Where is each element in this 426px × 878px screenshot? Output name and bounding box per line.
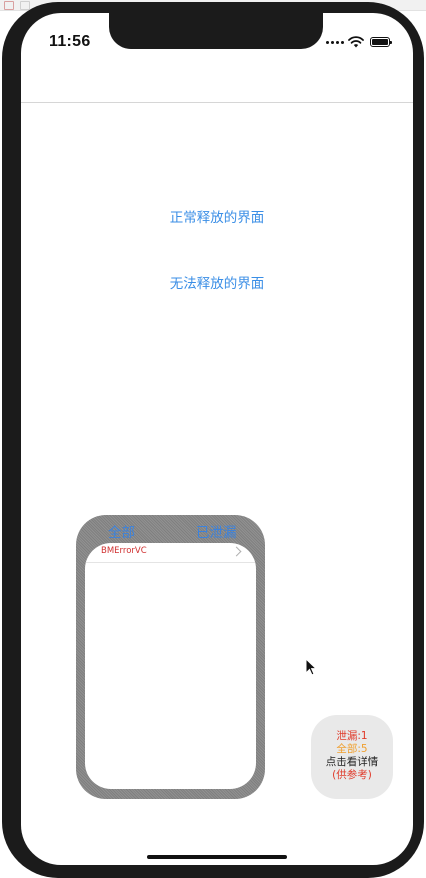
detail-hint: 点击看详情	[325, 756, 379, 768]
leak-list: BMErrorVC	[85, 543, 256, 789]
list-item[interactable]: BMErrorVC	[85, 543, 256, 563]
battery-icon	[370, 37, 392, 47]
reference-note: (供参考)	[332, 769, 372, 781]
wifi-icon	[348, 36, 364, 48]
tab-icon[interactable]	[20, 1, 30, 10]
tab-leaked[interactable]: 已泄漏	[196, 521, 237, 541]
chevron-right-icon	[231, 546, 242, 557]
mouse-cursor-icon	[305, 658, 317, 676]
tab-all[interactable]: 全部	[108, 521, 135, 541]
leak-list-panel: 全部 已泄漏 BMErrorVC	[76, 515, 265, 799]
signal-icon	[326, 39, 344, 47]
total-count: 全部:5	[336, 743, 368, 755]
phone-screen: 11:56 正常释放的界面 无法释放的界面 全部 已泄漏 BMErrorVC 泄…	[21, 13, 413, 865]
leaked-count: 泄漏:1	[336, 730, 368, 742]
no-release-link[interactable]: 无法释放的界面	[21, 272, 413, 292]
leak-summary-bubble[interactable]: 泄漏:1 全部:5 点击看详情 (供参考)	[311, 715, 393, 799]
device-notch	[109, 13, 323, 49]
battery-fill	[372, 39, 388, 45]
list-item-label: BMErrorVC	[101, 546, 147, 556]
home-indicator[interactable]	[147, 855, 287, 859]
tab-icon[interactable]	[4, 1, 14, 10]
normal-release-link[interactable]: 正常释放的界面	[21, 206, 413, 226]
phone-frame: 11:56 正常释放的界面 无法释放的界面 全部 已泄漏 BMErrorVC 泄…	[2, 2, 424, 878]
navigation-bar	[21, 49, 413, 103]
